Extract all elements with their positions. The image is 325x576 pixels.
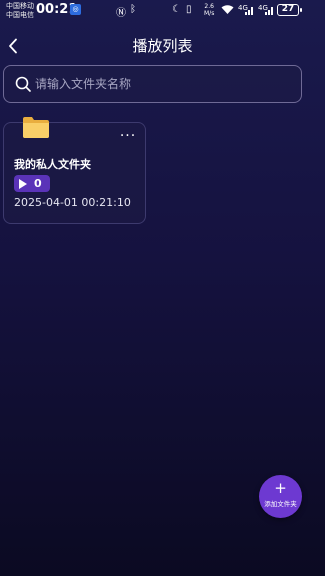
play-count-badge[interactable]: 0 [14,175,50,192]
battery-level: 27 [281,4,295,14]
carrier-2: 中国电信 [6,11,34,19]
play-count: 0 [34,177,42,190]
bluetooth-icon: ᛒ [130,4,136,15]
more-horizontal-icon: ··· [119,128,137,144]
page-title: 播放列表 [132,37,193,55]
chevron-left-icon [9,38,17,54]
signal-bars-1-icon [245,7,253,15]
wifi-icon [221,5,234,14]
moon-icon: ☾ [172,4,181,15]
search-input[interactable] [35,74,285,94]
add-folder-label: 添加文件夹 [264,500,297,508]
notification-icon: ◎ [70,4,81,15]
folder-icon [23,117,49,138]
search-icon [15,76,31,92]
nfc-icon: Ⓝ [116,8,126,19]
back-button[interactable] [2,35,24,57]
folder-date: 2025-04-01 00:21:10 [14,196,131,209]
search-box[interactable] [3,65,302,103]
add-folder-button[interactable]: + 添加文件夹 [259,475,302,518]
carrier-labels: 中国移动 中国电信 [6,2,34,20]
vibrate-icon: ▯ [186,4,192,15]
network-speed: 2.6 M/s [204,3,214,17]
plus-icon: + [274,479,287,497]
folder-name: 我的私人文件夹 [14,158,91,171]
speed-unit: M/s [204,10,215,17]
signal-bars-2-icon [265,7,273,15]
speed-value: 2.6 [204,3,214,10]
battery-indicator: 27 [277,4,302,16]
play-icon [19,178,27,189]
more-options-button[interactable]: ··· [116,128,140,145]
folder-card[interactable]: ··· 我的私人文件夹 0 2025-04-01 00:21:10 [3,117,146,224]
carrier-1: 中国移动 [6,2,34,10]
status-bar: 中国移动 中国电信 00:21 ◎ Ⓝ ᛒ ☾ ▯ 2.6 M/s 4G 4G … [0,0,325,24]
